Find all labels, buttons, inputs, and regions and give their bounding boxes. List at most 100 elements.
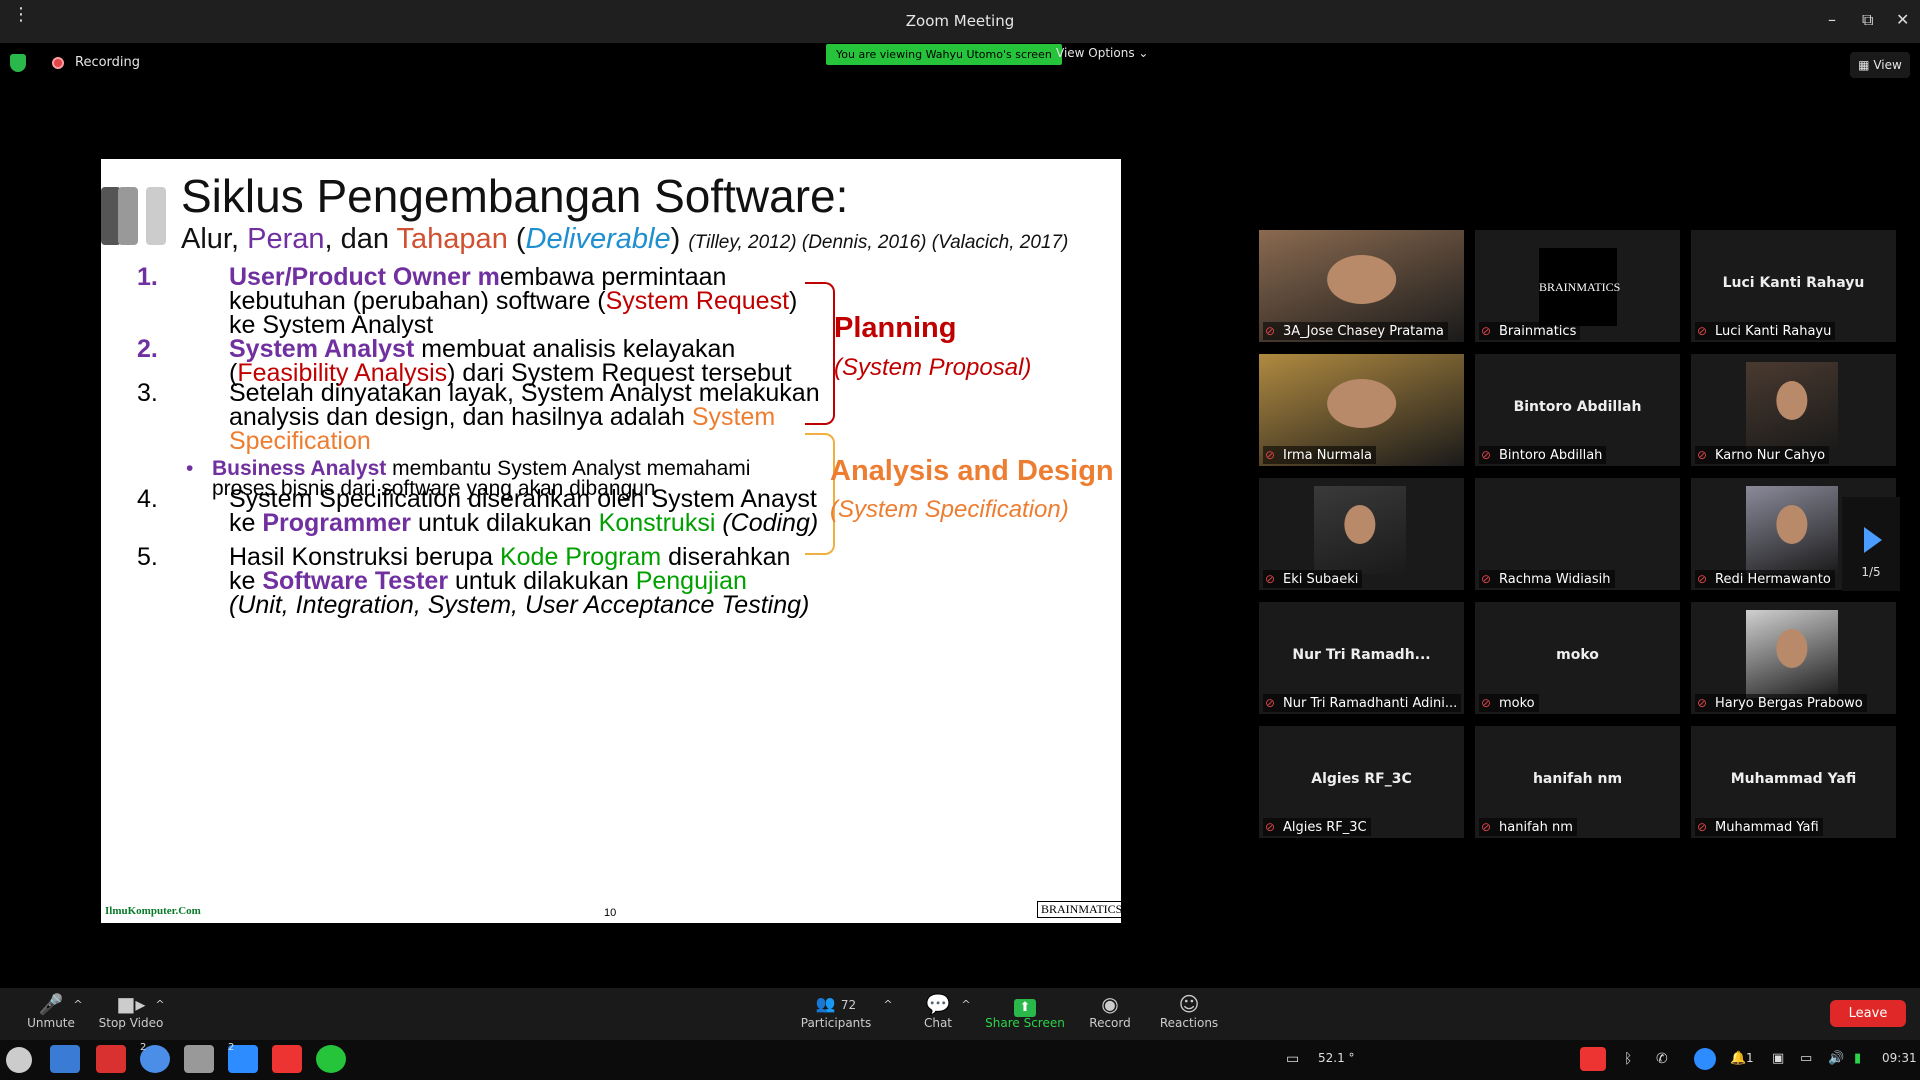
muted-mic-icon: ⊘ (1697, 696, 1708, 710)
muted-mic-icon: ⊘ (1265, 572, 1276, 586)
participant-tile[interactable]: Nur Tri Ramadh... ⊘ Nur Tri Ramadhanti Adi… (1259, 602, 1464, 714)
participant-name: Bintoro Abdillah (1499, 448, 1603, 463)
chat-label: Chat (923, 1016, 953, 1030)
participant-tile[interactable]: ⊘ Haryo Bergas Prabowo (1691, 602, 1896, 714)
record-button[interactable]: ◉ Record (1085, 990, 1135, 1030)
subtitle-deliverable: Deliverable (525, 223, 671, 255)
participant-tile[interactable]: Luci Kanti Rahayu ⊘ Luci Kanti Rahayu (1691, 230, 1896, 342)
reactions-button[interactable]: ☺ Reactions (1158, 990, 1220, 1030)
chrome-badge: 2 (140, 1042, 147, 1053)
bullet-icon: • (186, 457, 194, 480)
participant-name: Algies RF_3C (1283, 820, 1367, 835)
participant-name: Eki Subaeki (1283, 572, 1359, 587)
subtitle-sep: ( (507, 223, 526, 255)
participant-count: 72 (840, 998, 857, 1012)
participant-tile[interactable]: ⊘ Karno Nur Cahyo (1691, 354, 1896, 466)
participant-name-label: ⊘ Eki Subaeki (1263, 570, 1363, 588)
recording-dot-icon (52, 57, 64, 69)
slide-list-number: 1. (137, 263, 158, 291)
participant-display-name: hanifah nm (1532, 771, 1623, 787)
archive-icon[interactable] (184, 1045, 214, 1073)
participant-video-feed (1314, 486, 1406, 574)
whatsapp-tray-icon[interactable]: ✆ (1656, 1051, 1668, 1067)
subtitle-sep: ) (670, 223, 681, 255)
chat-options-caret[interactable]: ^ (958, 998, 974, 1011)
slide-line: ke Software Tester untuk dilakukan Pengu… (229, 569, 809, 594)
anydesk-tray-icon[interactable] (1580, 1047, 1606, 1071)
slide-text-segment: ke (229, 509, 263, 537)
view-options-dropdown[interactable]: View Options ⌄ (1056, 46, 1148, 60)
participant-name-label: ⊘ hanifah nm (1479, 818, 1577, 836)
chevron-down-icon: ⌄ (1138, 46, 1149, 60)
participant-tile[interactable]: moko ⊘ moko (1475, 602, 1680, 714)
participant-display-name: Bintoro Abdillah (1513, 399, 1642, 415)
battery-icon[interactable]: ▮ (1854, 1051, 1861, 1066)
audio-options-caret[interactable]: ^ (70, 998, 86, 1011)
slide-decor-bar (118, 187, 138, 245)
participant-video-feed (1746, 362, 1838, 450)
participants-options-caret[interactable]: ^ (880, 998, 896, 1011)
whatsapp-icon[interactable] (316, 1045, 346, 1073)
slide-text-segment: Programmer (262, 509, 412, 537)
document-viewer-icon[interactable] (96, 1045, 126, 1073)
participant-name: Haryo Bergas Prabowo (1715, 696, 1863, 711)
participant-tile[interactable]: BRAINMATICS ⊘ Brainmatics (1475, 230, 1680, 342)
video-options-caret[interactable]: ^ (152, 998, 168, 1011)
participant-name-label: ⊘ moko (1479, 694, 1539, 712)
participant-tile[interactable]: Muhammad Yafi ⊘ Muhammad Yafi (1691, 726, 1896, 838)
start-menu-icon[interactable] (6, 1047, 32, 1073)
participant-display-name: Algies RF_3C (1311, 771, 1412, 787)
monitor-icon[interactable]: ▭ (1286, 1051, 1299, 1067)
participant-tile[interactable]: ⊘ Irma Nurmala (1259, 354, 1464, 466)
participant-tile[interactable]: ⊘ Eki Subaeki (1259, 478, 1464, 590)
participant-name-label: ⊘ Brainmatics (1479, 322, 1581, 340)
gallery-next-page-button[interactable]: 1/5 (1842, 497, 1900, 591)
share-screen-button[interactable]: ⬆ Share Screen (985, 990, 1065, 1030)
volume-icon[interactable]: 🔊 (1828, 1051, 1844, 1066)
leave-button[interactable]: Leave (1830, 1000, 1906, 1027)
slide-references: (Tilley, 2012) (Dennis, 2016) (Valacich,… (688, 232, 1069, 253)
participant-tile[interactable]: ⊘ 3A_Jose Chasey Pratama (1259, 230, 1464, 342)
participant-name-label: ⊘ Muhammad Yafi (1695, 818, 1823, 836)
close-button[interactable]: ✕ (1896, 10, 1909, 29)
zoom-badge: 2 (228, 1042, 235, 1053)
chat-button[interactable]: 💬 Chat (918, 990, 958, 1030)
participant-video-feed (1746, 610, 1838, 698)
slide-line: Hasil Konstruksi berupa Kode Program dis… (229, 545, 809, 570)
participant-name-label: ⊘ Haryo Bergas Prabowo (1695, 694, 1867, 712)
slide-text-segment: (Coding) (715, 509, 819, 537)
chat-bubble-icon: 💬 (925, 992, 951, 1016)
window-title: Zoom Meeting (905, 12, 1015, 30)
encryption-shield-icon[interactable] (10, 54, 26, 72)
file-manager-icon[interactable] (50, 1045, 80, 1073)
minimize-button[interactable]: – (1828, 10, 1836, 29)
window-titlebar: ⋮ Zoom Meeting – ⧉ ✕ (0, 0, 1920, 43)
clipboard-icon[interactable]: ▣ (1772, 1051, 1784, 1066)
participant-tile[interactable]: hanifah nm ⊘ hanifah nm (1475, 726, 1680, 838)
participants-button[interactable]: 👥 72 Participants (800, 990, 872, 1030)
participant-name: Luci Kanti Rahayu (1715, 324, 1832, 339)
slide-list-number: 3. (137, 379, 158, 407)
notification-bell-icon[interactable]: 🔔 (1730, 1051, 1746, 1066)
muted-mic-icon: ⊘ (1481, 696, 1492, 710)
participant-tile[interactable]: ⊘ Rachma Widiasih (1475, 478, 1680, 590)
zoom-tray-icon[interactable] (1694, 1048, 1716, 1070)
slide-line: proses bisnis dari software yang akan di… (212, 478, 750, 499)
participant-tile[interactable]: Algies RF_3C ⊘ Algies RF_3C (1259, 726, 1464, 838)
slide-text-segment: untuk dilakukan (411, 509, 599, 537)
chevron-right-icon (1864, 527, 1882, 553)
maximize-button[interactable]: ⧉ (1862, 10, 1873, 30)
view-button[interactable]: ▦ View (1850, 52, 1910, 78)
anydesk-icon[interactable] (272, 1045, 302, 1073)
participant-face (1344, 505, 1376, 545)
slide-list-number: 5. (137, 543, 158, 571)
bluetooth-icon[interactable]: ᛒ (1624, 1051, 1632, 1067)
display-icon[interactable]: ▭ (1800, 1051, 1812, 1066)
slide-page-number: 10 (604, 907, 617, 919)
participant-name: 3A_Jose Chasey Pratama (1283, 324, 1444, 339)
participant-tile[interactable]: Bintoro Abdillah ⊘ Bintoro Abdillah (1475, 354, 1680, 466)
participant-display-name: moko (1556, 647, 1599, 663)
slide-line: Specification (229, 429, 820, 454)
slide-brand-logo: BRAINMATICS (1037, 901, 1121, 918)
slide-subtitle: Alur, Peran, dan Tahapan (Deliverable) (… (181, 223, 1068, 256)
